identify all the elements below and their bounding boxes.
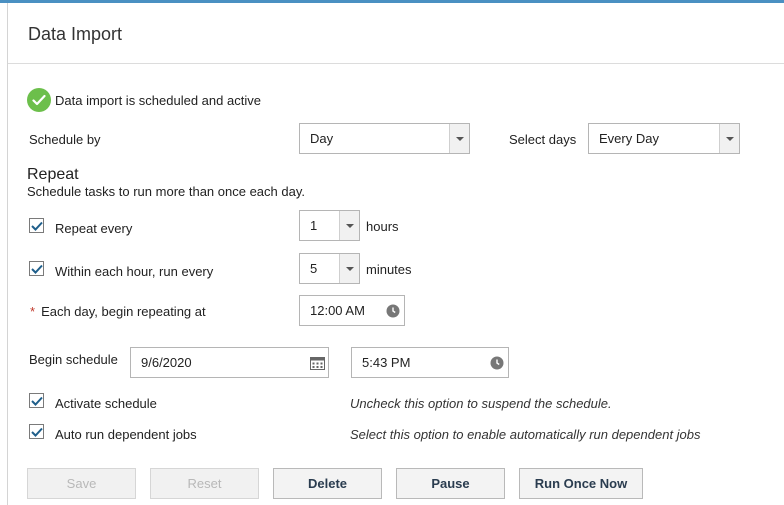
activate-schedule-checkbox[interactable] [29, 393, 44, 408]
begin-repeating-label: * Each day, begin repeating at [30, 304, 206, 319]
begin-schedule-time-input[interactable]: 5:43 PM [351, 347, 509, 378]
clock-icon[interactable] [486, 356, 508, 370]
pause-button[interactable]: Pause [396, 468, 505, 499]
repeat-heading: Repeat [27, 166, 79, 183]
chevron-down-icon[interactable] [719, 124, 739, 153]
within-hour-unit: minutes [366, 262, 412, 277]
repeat-every-label: Repeat every [55, 221, 133, 236]
chevron-down-icon[interactable] [339, 254, 359, 283]
status-row: Data import is scheduled and active [27, 88, 261, 112]
activate-schedule-hint: Uncheck this option to suspend the sched… [350, 396, 612, 411]
page-title: Data Import [28, 24, 123, 44]
begin-schedule-date-value: 9/6/2020 [141, 355, 192, 370]
checkmark-icon [30, 221, 43, 231]
schedule-by-label: Schedule by [29, 132, 101, 147]
reset-button[interactable]: Reset [150, 468, 259, 499]
repeat-every-value: 1 [310, 218, 318, 233]
repeat-description: Schedule tasks to run more than once eac… [27, 184, 305, 199]
activate-schedule-label: Activate schedule [55, 396, 157, 411]
calendar-icon[interactable] [306, 356, 328, 370]
repeat-every-checkbox[interactable] [29, 218, 44, 233]
within-hour-label: Within each hour, run every [55, 264, 214, 279]
clock-icon[interactable] [382, 304, 404, 318]
chevron-down-icon[interactable] [339, 211, 359, 240]
checkmark-icon [30, 427, 43, 437]
checkmark-icon [30, 396, 43, 406]
required-marker: * [30, 304, 36, 319]
select-days-value: Every Day [599, 131, 659, 146]
auto-run-hint: Select this option to enable automatical… [350, 427, 701, 442]
delete-button[interactable]: Delete [273, 468, 382, 499]
status-text: Data import is scheduled and active [55, 92, 261, 108]
begin-repeating-time-input[interactable]: 12:00 AM [299, 295, 405, 326]
begin-repeating-time-value: 12:00 AM [310, 303, 365, 318]
checkmark-icon [30, 264, 43, 274]
auto-run-label: Auto run dependent jobs [55, 427, 197, 442]
chevron-down-icon[interactable] [449, 124, 469, 153]
schedule-by-select[interactable]: Day [299, 123, 470, 154]
auto-run-checkbox[interactable] [29, 424, 44, 439]
run-once-now-button[interactable]: Run Once Now [519, 468, 643, 499]
top-accent-bar [0, 0, 784, 3]
repeat-every-select[interactable]: 1 [299, 210, 360, 241]
check-circle-icon [27, 88, 51, 112]
select-days-select[interactable]: Every Day [588, 123, 740, 154]
select-days-label: Select days [509, 132, 577, 147]
within-hour-select[interactable]: 5 [299, 253, 360, 284]
begin-repeating-text: Each day, begin repeating at [41, 304, 206, 319]
begin-schedule-time-value: 5:43 PM [362, 355, 411, 370]
within-hour-checkbox[interactable] [29, 261, 44, 276]
save-button[interactable]: Save [27, 468, 136, 499]
within-hour-value: 5 [310, 261, 318, 276]
begin-schedule-date-input[interactable]: 9/6/2020 [130, 347, 329, 378]
begin-schedule-label: Begin schedule [29, 352, 118, 367]
panel-left-border [7, 3, 8, 505]
repeat-every-unit: hours [366, 219, 399, 234]
title-divider [8, 63, 784, 64]
schedule-by-value: Day [310, 131, 334, 146]
